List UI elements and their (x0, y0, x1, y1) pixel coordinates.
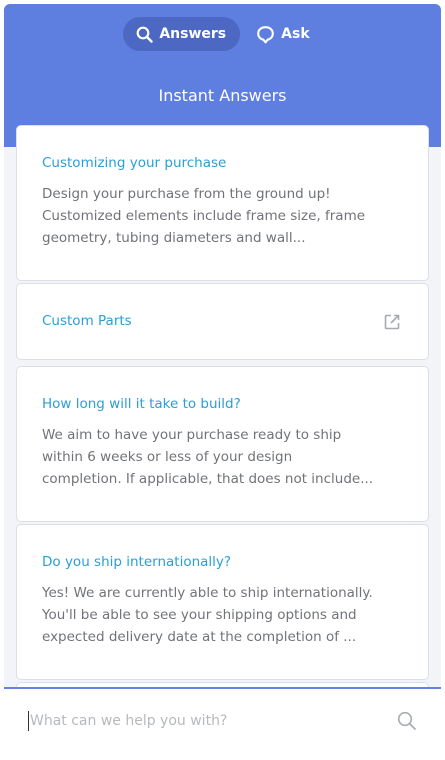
article-card[interactable]: How long will it take to build? We aim t… (16, 366, 429, 522)
tab-ask-label: Ask (281, 26, 310, 42)
text-caret (28, 711, 29, 731)
article-title[interactable]: How long will it take to build? (42, 396, 241, 412)
article-title[interactable]: Customizing your purchase (42, 155, 226, 171)
tab-answers[interactable]: Answers (123, 17, 241, 51)
tab-ask[interactable]: Ask (244, 17, 321, 51)
chat-bubble-icon (257, 25, 275, 43)
article-title[interactable]: Custom Parts (42, 313, 132, 329)
tab-answers-label: Answers (159, 26, 227, 42)
article-excerpt: Design your purchase from the ground up!… (42, 186, 366, 246)
article-excerpt: We aim to have your purchase ready to sh… (42, 427, 374, 487)
external-link-icon[interactable] (383, 313, 401, 331)
search-input[interactable] (28, 707, 360, 735)
article-card[interactable]: Do you ship internationally? Yes! We are… (16, 524, 429, 680)
article-card[interactable]: Customizing your purchase Design your pu… (16, 125, 429, 281)
page-title: Instant Answers (158, 86, 287, 105)
article-excerpt: Yes! We are currently able to ship inter… (42, 585, 373, 645)
search-bar (4, 687, 441, 756)
article-card[interactable]: Custom Parts (16, 283, 429, 360)
article-title[interactable]: Do you ship internationally? (42, 554, 231, 570)
search-icon[interactable] (397, 711, 417, 731)
help-widget: Answers Ask Instant Answers Customizing … (4, 4, 441, 756)
tab-bar: Answers Ask (4, 16, 441, 52)
search-icon (136, 26, 154, 43)
